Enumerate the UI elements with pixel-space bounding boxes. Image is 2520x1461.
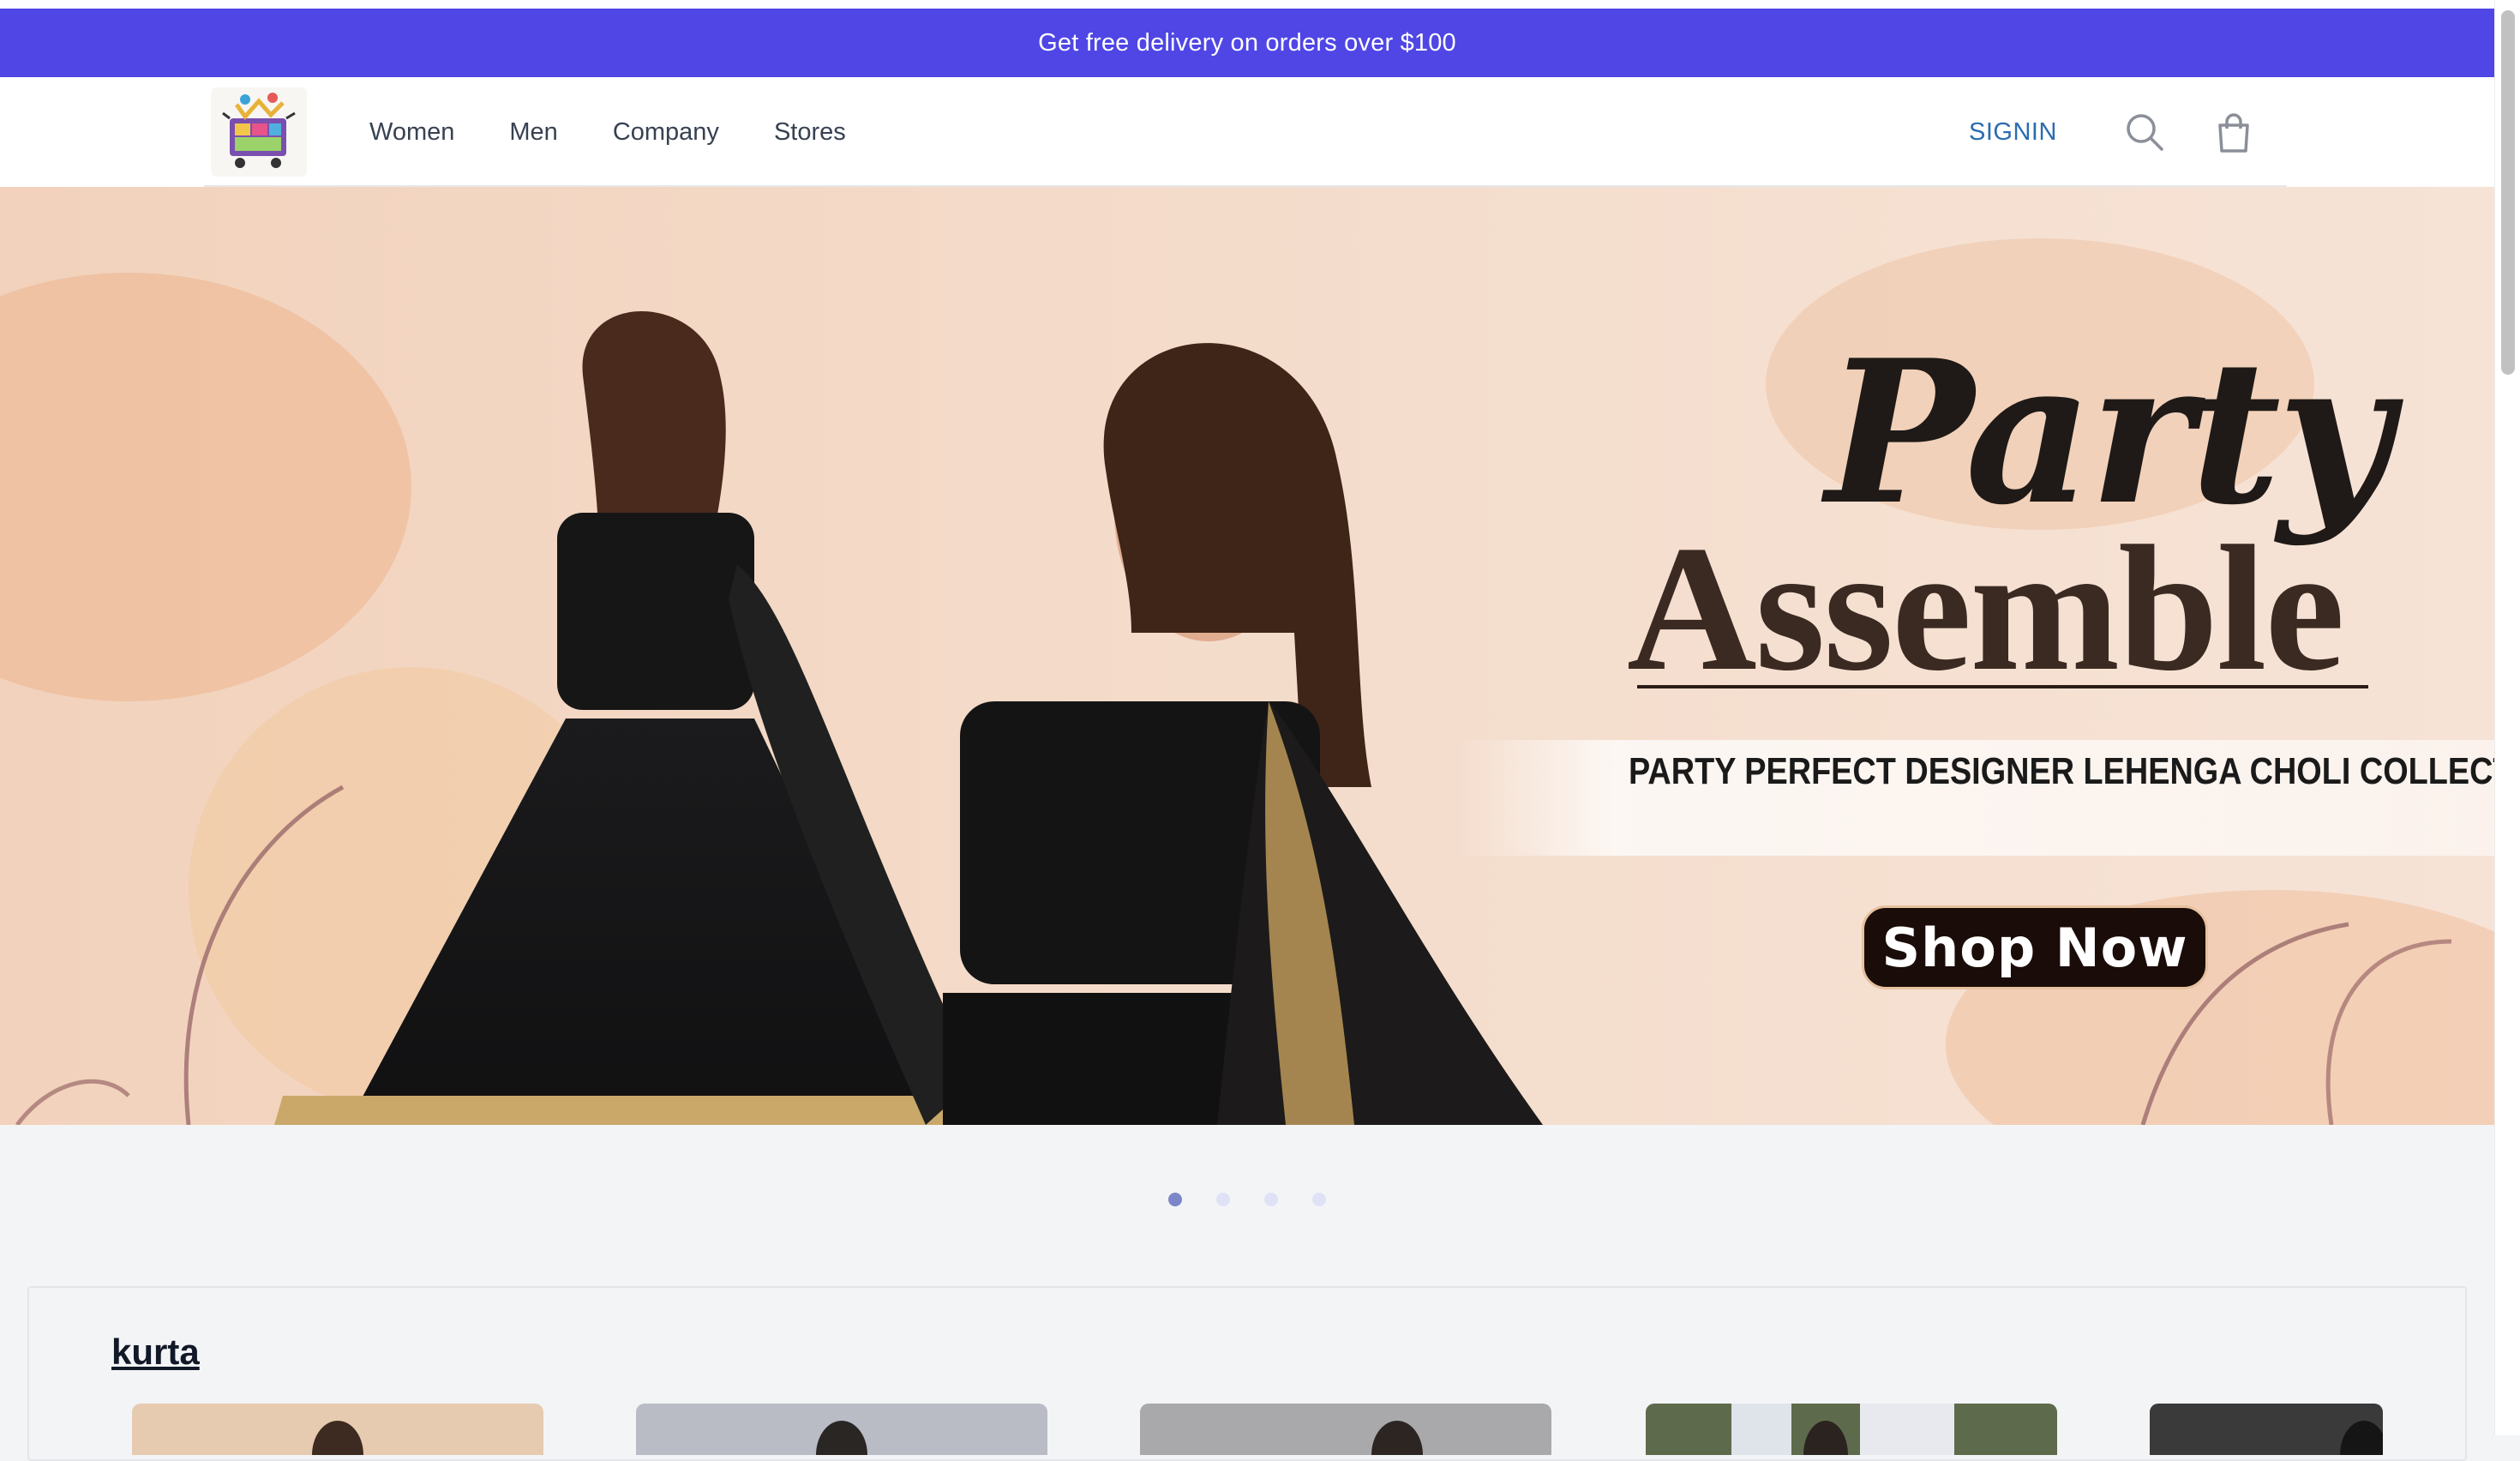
product-card[interactable]	[2150, 1404, 2383, 1455]
top-strip	[0, 0, 2494, 9]
shop-cart-logo-icon	[222, 93, 296, 168]
product-image	[1371, 1421, 1423, 1455]
product-card[interactable]	[1140, 1404, 1551, 1455]
hero-carousel-slide[interactable]: Party Assemble PARTY PERFECT DESIGNER LE…	[0, 187, 2494, 1125]
nav-link-men[interactable]: Men	[509, 118, 557, 147]
nav-links: Women Men Company Stores	[369, 77, 901, 187]
hero-headline-serif: Assemble	[1627, 509, 2345, 708]
product-card[interactable]	[132, 1404, 543, 1455]
product-card[interactable]	[636, 1404, 1047, 1455]
section-title[interactable]: kurta	[111, 1332, 200, 1373]
product-image	[816, 1421, 867, 1455]
promo-banner: Get free delivery on orders over $100	[0, 9, 2494, 77]
carousel-dot-2[interactable]	[1216, 1193, 1230, 1206]
product-image	[2340, 1421, 2383, 1455]
carousel-dot-4[interactable]	[1312, 1193, 1326, 1206]
shopping-bag-icon[interactable]	[2211, 110, 2256, 154]
page-scrollbar[interactable]	[2494, 0, 2520, 1435]
product-card[interactable]	[1646, 1404, 2057, 1455]
hero-subline: PARTY PERFECT DESIGNER LEHENGA CHOLI COL…	[1629, 750, 2494, 792]
product-image	[1731, 1404, 1954, 1455]
shop-now-button[interactable]: Shop Now	[1862, 905, 2208, 989]
nav-link-company[interactable]: Company	[613, 118, 719, 147]
product-image	[312, 1421, 363, 1455]
carousel-dot-1[interactable]	[1168, 1193, 1182, 1206]
nav-link-stores[interactable]: Stores	[774, 118, 846, 147]
search-icon[interactable]	[2122, 110, 2167, 154]
navbar: Women Men Company Stores SIGNIN	[0, 77, 2494, 187]
shop-logo[interactable]	[211, 87, 307, 177]
scrollbar-thumb[interactable]	[2501, 10, 2515, 375]
promo-text: Get free delivery on orders over $100	[1038, 28, 1456, 57]
nav-link-women[interactable]: Women	[369, 118, 454, 147]
signin-link[interactable]: SIGNIN	[1969, 77, 2057, 187]
carousel-indicators	[1168, 1193, 1360, 1206]
carousel-dot-3[interactable]	[1264, 1193, 1278, 1206]
